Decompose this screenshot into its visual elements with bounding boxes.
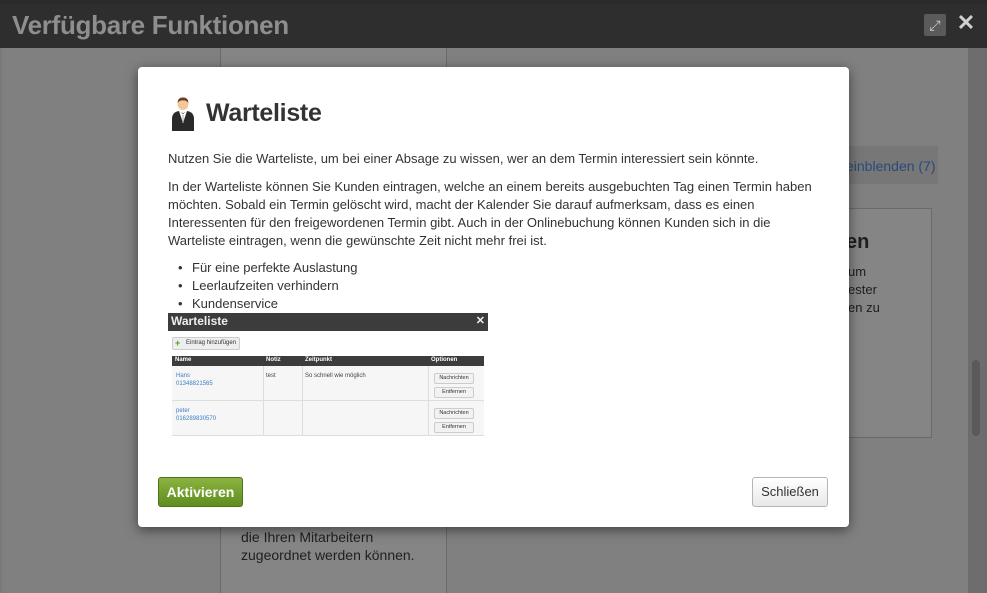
feature-card-right-heading: en (846, 231, 870, 253)
list-item: Kundenservice (168, 295, 358, 313)
preview-table-header: Name Notiz Zeitpunkt Optionen (172, 356, 484, 366)
divider (428, 366, 429, 436)
table-row: Hans 01348821565 test So schnell wie mög… (172, 366, 484, 401)
close-icon[interactable]: ✕ (956, 10, 976, 36)
show-more-link[interactable]: einblenden (7) (846, 158, 936, 174)
benefits-list: Für eine perfekte Auslastung Leerlaufzei… (168, 259, 358, 313)
feature-card-right: en um ester en zu (838, 208, 932, 438)
features-dialog-titlebar: Verfügbare Funktionen ⤢ ✕ (0, 4, 987, 48)
waitlist-modal: Warteliste Nutzen Sie die Warteliste, um… (138, 67, 849, 527)
preview-titlebar: Warteliste ✕ (168, 313, 488, 331)
close-button[interactable]: Schließen (752, 477, 828, 507)
scrollbar-thumb[interactable] (972, 360, 980, 436)
intro-text: Nutzen Sie die Warteliste, um bei einer … (168, 151, 759, 166)
feature-card-right-text: um ester en zu (848, 264, 880, 315)
plus-icon: + (175, 338, 181, 348)
waiter-icon (172, 97, 194, 131)
list-item: Leerlaufzeiten verhindern (168, 277, 358, 295)
features-dialog-title: Verfügbare Funktionen (12, 10, 289, 40)
scrollbar[interactable] (968, 48, 987, 593)
modal-title: Warteliste (206, 99, 322, 127)
table-row: peter 016289830570 Nachrichten Entfernen (172, 401, 484, 436)
show-more-bar[interactable]: einblenden (7) (838, 146, 938, 184)
feature-card-text: die Ihren Mitarbeitern zugeordnet werden… (241, 529, 415, 563)
list-item: Für eine perfekte Auslastung (168, 259, 358, 277)
description-text: In der Warteliste können Sie Kunden eint… (168, 179, 812, 248)
preview-add-button: + Eintrag hinzufügen (172, 337, 241, 350)
activate-button[interactable]: Aktivieren (158, 477, 243, 507)
divider (263, 366, 264, 436)
divider (302, 366, 303, 436)
waitlist-preview-image: Warteliste ✕ + Eintrag hinzufügen Name N… (168, 313, 488, 439)
preview-title: Warteliste (171, 314, 228, 328)
expand-icon[interactable]: ⤢ (924, 14, 946, 36)
preview-close-icon: ✕ (475, 315, 485, 327)
